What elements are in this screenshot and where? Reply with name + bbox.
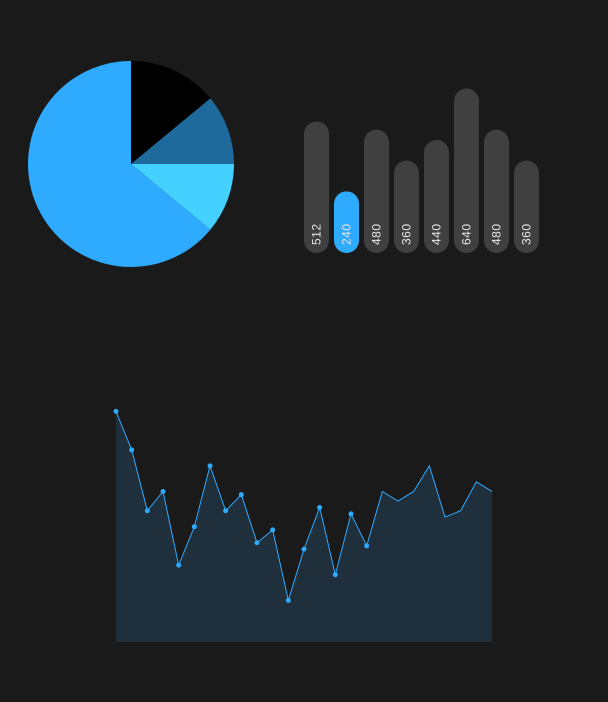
data-point — [160, 488, 166, 494]
data-point — [207, 463, 213, 469]
bar-chart: 512 240 480 360 440 640 480 360 — [304, 88, 539, 253]
data-point — [332, 572, 338, 578]
pie-chart — [27, 60, 234, 267]
data-point — [364, 543, 370, 549]
data-point — [223, 508, 229, 514]
bar-value-label: 440 — [430, 223, 444, 245]
data-point — [191, 524, 197, 530]
data-point — [301, 546, 307, 552]
bar-value-label: 480 — [370, 223, 384, 245]
data-point — [348, 511, 354, 517]
bar-value-label: 360 — [520, 223, 534, 245]
data-point — [113, 408, 119, 414]
data-point — [144, 508, 150, 514]
data-point — [176, 562, 182, 568]
bar-value-label: 480 — [490, 223, 504, 245]
data-point — [129, 447, 135, 453]
data-point — [285, 597, 291, 603]
data-point — [238, 492, 244, 498]
area-fill — [116, 411, 492, 642]
data-point — [254, 540, 260, 546]
chart-canvas: 512 240 480 360 440 640 480 360 — [27, 60, 539, 642]
bar-value-label: 640 — [460, 223, 474, 245]
bar-value-label: 512 — [310, 223, 324, 245]
data-point — [317, 504, 323, 510]
area-chart — [113, 408, 493, 642]
data-point — [270, 527, 276, 533]
bar-value-label: 240 — [340, 223, 354, 245]
bar-value-label: 360 — [400, 223, 414, 245]
